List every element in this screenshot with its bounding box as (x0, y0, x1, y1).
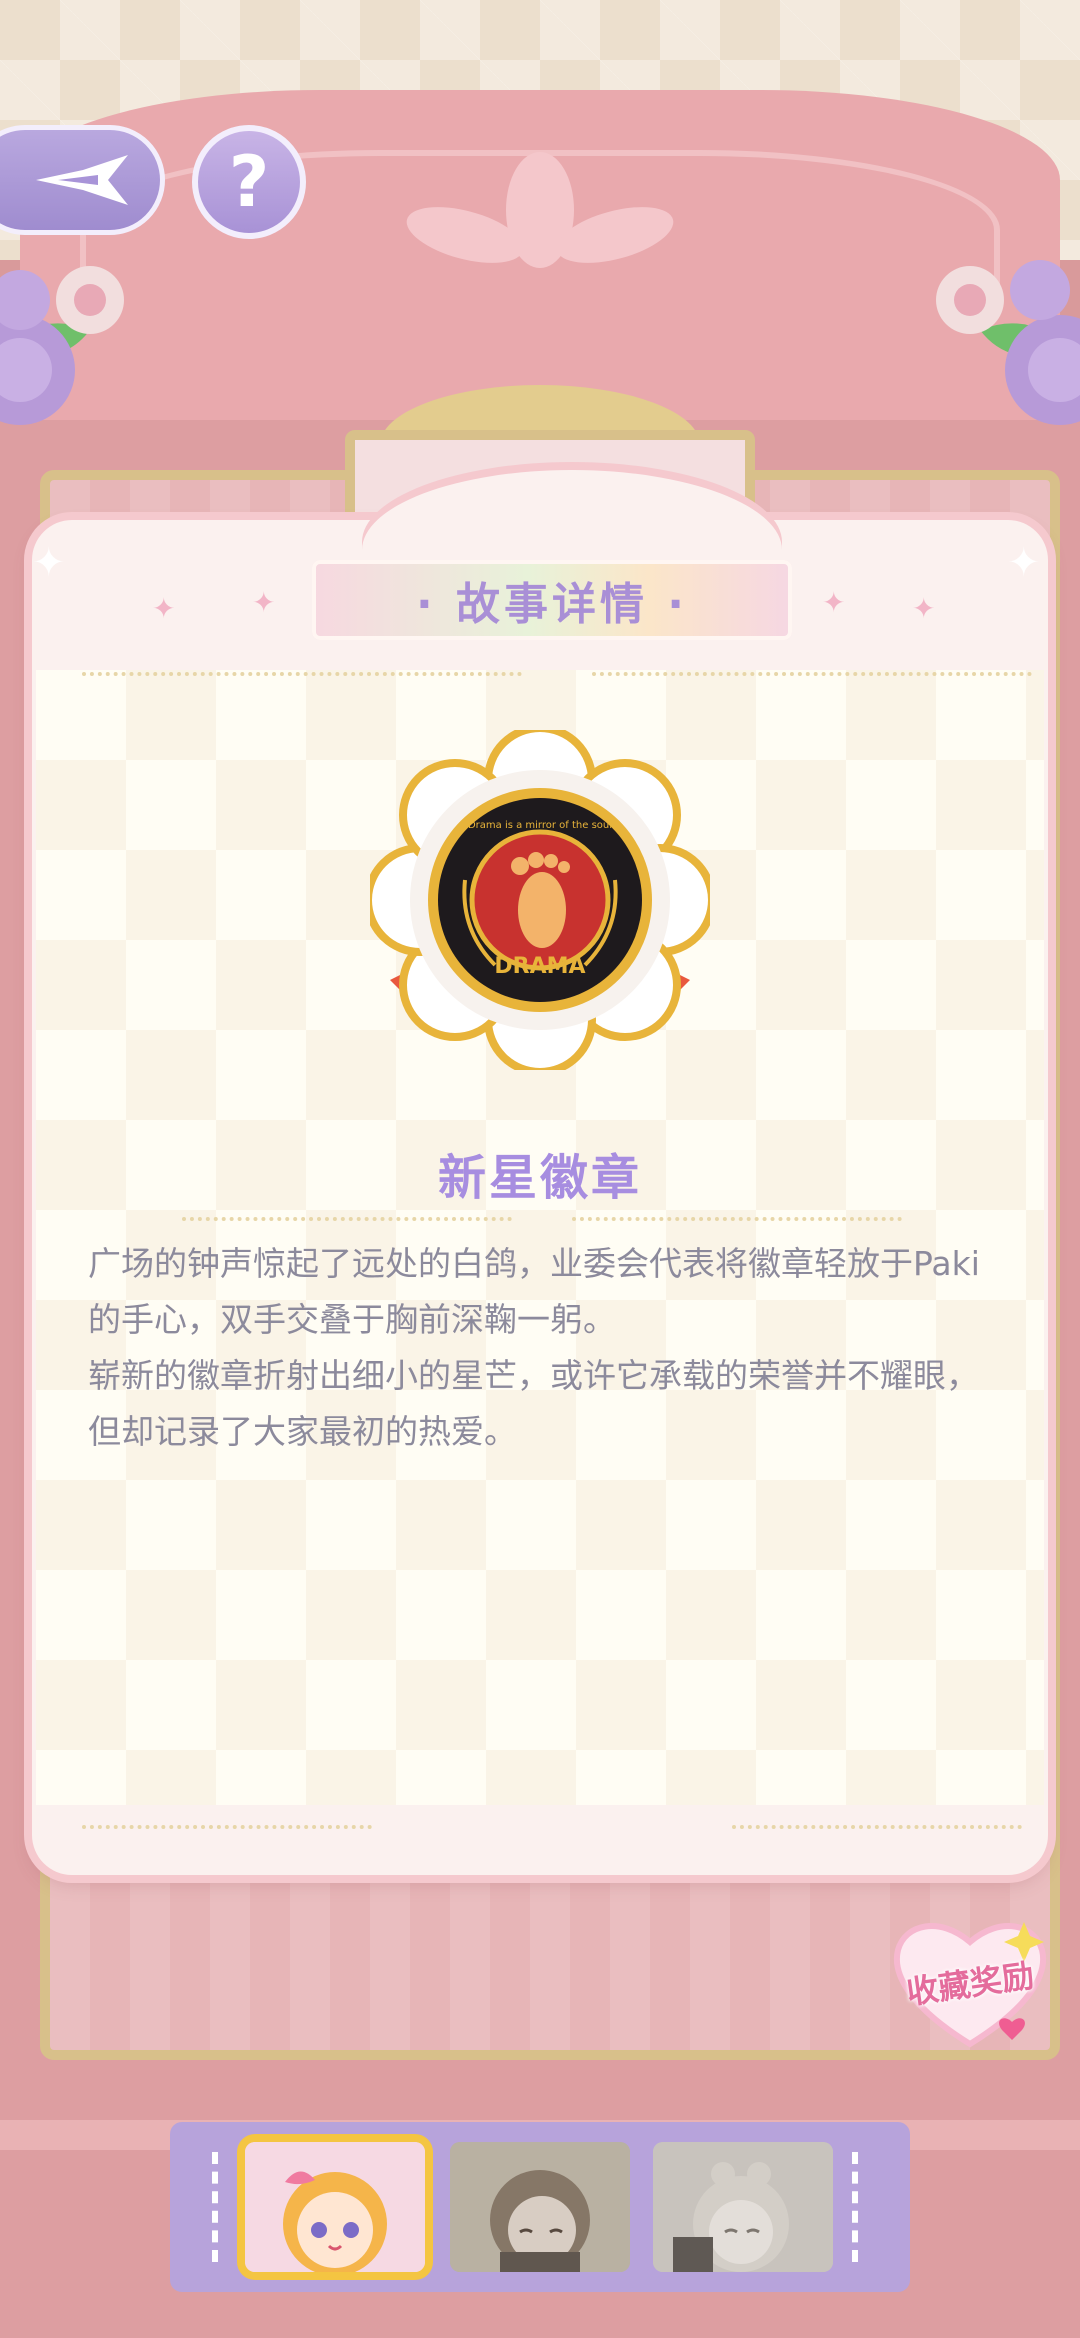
badge-name: 新星徽章 (437, 1150, 642, 1206)
sparkle-icon: ✦ (152, 592, 176, 625)
help-button[interactable]: ? (192, 125, 306, 239)
story-description: 广场的钟声惊起了远处的白鸽，业委会代表将徽章轻放于Paki的手心，双手交叠于胸前… (88, 1236, 998, 1460)
collect-reward-button[interactable]: 收藏奖励 (890, 1912, 1050, 2052)
title-ribbon: · 故事详情 · (312, 560, 792, 640)
divider (592, 672, 1032, 676)
divider (182, 1217, 512, 1221)
divider (572, 1217, 902, 1221)
rose-decoration-icon (0, 266, 124, 425)
character-selector (170, 2122, 910, 2292)
badge-motto: Drama is a mirror of the soul (468, 820, 612, 831)
sparkle-icon: ✦ (252, 586, 276, 619)
story-paragraph: 崭新的徽章折射出细小的星芒，或许它承载的荣誉并不耀眼，但却记录了大家最初的热爱。 (88, 1356, 979, 1451)
character-slot-2[interactable] (450, 2142, 630, 2272)
card-title: · 故事详情 · (415, 579, 689, 630)
badge-emblem-text: DRAMA (494, 954, 585, 979)
divider (82, 672, 522, 676)
rose-decoration-icon (936, 260, 1080, 425)
divider (82, 1825, 372, 1829)
drama-badge-icon: DRAMA Drama is a mirror of the soul (370, 730, 710, 1070)
compass-arrow-icon (35, 155, 128, 205)
sparkle-icon: ✦ (32, 540, 66, 586)
back-button[interactable] (0, 125, 165, 235)
character-slot-3[interactable] (653, 2142, 833, 2272)
character-slot-1[interactable] (245, 2142, 425, 2272)
character-portrait-icon (653, 2142, 833, 2272)
sparkle-icon: ✦ (822, 586, 846, 619)
sparkle-icon: ✦ (1007, 540, 1041, 586)
story-paragraph: 广场的钟声惊起了远处的白鸽，业委会代表将徽章轻放于Paki的手心，双手交叠于胸前… (88, 1244, 980, 1339)
character-portrait-icon (450, 2142, 630, 2272)
divider (732, 1825, 1022, 1829)
sparkle-icon: ✦ (912, 592, 936, 625)
character-portrait-icon (245, 2142, 425, 2272)
